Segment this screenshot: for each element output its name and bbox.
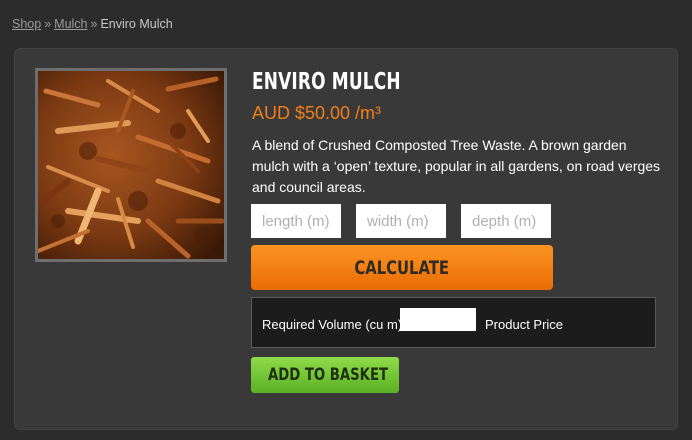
breadcrumb-link-shop[interactable]: Shop xyxy=(12,17,41,31)
volume-result-box: Required Volume (cu m) Product Price xyxy=(251,297,656,348)
product-price: AUD $50.00 /m³ xyxy=(252,103,382,123)
add-to-basket-label: ADD TO BASKET xyxy=(267,365,389,385)
calculate-button[interactable]: CALCULATE xyxy=(251,245,553,290)
required-volume-field[interactable] xyxy=(400,308,476,331)
width-input[interactable] xyxy=(356,204,446,238)
calculate-button-label: CALCULATE xyxy=(354,256,450,279)
breadcrumb-separator: » xyxy=(90,17,98,31)
product-title: ENVIRO MULCH xyxy=(252,69,401,95)
product-image xyxy=(35,68,227,262)
length-input[interactable] xyxy=(251,204,341,238)
mulch-photo-icon xyxy=(38,71,224,259)
breadcrumb-link-mulch[interactable]: Mulch xyxy=(54,17,87,31)
depth-input[interactable] xyxy=(461,204,551,238)
breadcrumb-current: Enviro Mulch xyxy=(100,17,173,31)
required-volume-label: Required Volume (cu m) xyxy=(262,317,403,332)
product-panel: ENVIRO MULCH AUD $50.00 /m³ A blend of C… xyxy=(14,48,678,430)
add-to-basket-button[interactable]: ADD TO BASKET xyxy=(251,357,399,393)
product-description: A blend of Crushed Composted Tree Waste.… xyxy=(252,137,661,195)
breadcrumb-separator: » xyxy=(44,17,52,31)
product-price-label: Product Price xyxy=(485,317,564,332)
breadcrumb: Shop» Mulch» Enviro Mulch xyxy=(12,17,173,31)
